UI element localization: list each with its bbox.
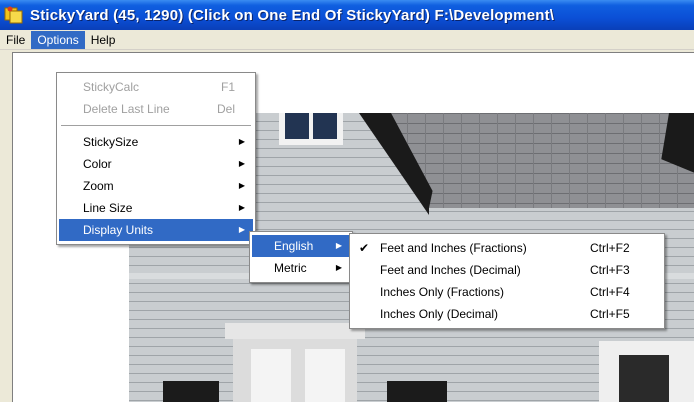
menu-item-label: Metric xyxy=(274,261,307,275)
menu-item-stickysize[interactable]: StickySize ▶ xyxy=(59,131,253,153)
menu-item-english[interactable]: English ▶ xyxy=(252,235,350,257)
menu-item-label: Display Units xyxy=(83,223,154,237)
menu-item-label: Inches Only (Decimal) xyxy=(380,307,499,321)
menu-item-stickycalc: StickyCalc F1 xyxy=(59,76,253,98)
menu-separator xyxy=(61,125,251,126)
menu-bar: File Options Help xyxy=(0,30,694,50)
menu-item-color[interactable]: Color ▶ xyxy=(59,153,253,175)
menu-item-metric[interactable]: Metric ▶ xyxy=(252,257,350,279)
sticky-note-app-icon xyxy=(4,6,23,24)
menu-options[interactable]: Options xyxy=(31,30,85,49)
submenu-arrow-icon: ▶ xyxy=(238,203,245,212)
menu-item-shortcut: Del xyxy=(216,102,235,116)
menu-item-label: Color xyxy=(83,157,112,171)
options-menu: StickyCalc F1 Delete Last Line Del Stick… xyxy=(56,72,256,245)
menu-help[interactable]: Help xyxy=(85,31,122,49)
menu-file[interactable]: File xyxy=(0,31,31,49)
menu-item-feet-inches-fractions[interactable]: ✔ Feet and Inches (Fractions) Ctrl+F2 xyxy=(352,237,662,259)
menu-item-display-units[interactable]: Display Units ▶ xyxy=(59,219,253,241)
menu-item-line-size[interactable]: Line Size ▶ xyxy=(59,197,253,219)
submenu-arrow-icon: ▶ xyxy=(238,225,245,234)
menu-item-label: Inches Only (Fractions) xyxy=(380,285,505,299)
checkmark-icon: ✔ xyxy=(359,241,370,255)
menu-item-shortcut: Ctrl+F4 xyxy=(590,285,630,299)
menu-item-inches-only-fractions[interactable]: Inches Only (Fractions) Ctrl+F4 xyxy=(352,281,662,303)
display-units-submenu: English ▶ Metric ▶ xyxy=(249,231,353,283)
window-title: StickyYard (45, 1290) (Click on One End … xyxy=(30,6,555,24)
menu-item-label: Line Size xyxy=(83,201,133,215)
menu-item-feet-inches-decimal[interactable]: Feet and Inches (Decimal) Ctrl+F3 xyxy=(352,259,662,281)
menu-item-shortcut: F1 xyxy=(220,80,235,94)
app-window: StickyYard (45, 1290) (Click on One End … xyxy=(0,0,694,402)
submenu-arrow-icon: ▶ xyxy=(238,159,245,168)
menu-item-inches-only-decimal[interactable]: Inches Only (Decimal) Ctrl+F5 xyxy=(352,303,662,325)
menu-item-label: Zoom xyxy=(83,179,114,193)
submenu-arrow-icon: ▶ xyxy=(238,137,245,146)
menu-item-zoom[interactable]: Zoom ▶ xyxy=(59,175,253,197)
menu-item-label: Delete Last Line xyxy=(83,102,170,116)
canvas-area[interactable]: StickyCalc F1 Delete Last Line Del Stick… xyxy=(12,52,694,402)
menu-item-shortcut: Ctrl+F2 xyxy=(590,241,630,255)
menu-item-shortcut: Ctrl+F3 xyxy=(590,263,630,277)
title-bar[interactable]: StickyYard (45, 1290) (Click on One End … xyxy=(0,0,694,30)
menu-item-label: StickyCalc xyxy=(83,80,140,94)
menu-item-label: English xyxy=(274,239,314,253)
menu-item-label: StickySize xyxy=(83,135,139,149)
menu-item-label: Feet and Inches (Decimal) xyxy=(380,263,521,277)
submenu-arrow-icon: ▶ xyxy=(238,181,245,190)
english-units-submenu: ✔ Feet and Inches (Fractions) Ctrl+F2 Fe… xyxy=(349,233,665,329)
menu-item-label: Feet and Inches (Fractions) xyxy=(380,241,527,255)
menu-item-delete-last-line: Delete Last Line Del xyxy=(59,98,253,120)
submenu-arrow-icon: ▶ xyxy=(335,263,342,272)
menu-item-shortcut: Ctrl+F5 xyxy=(590,307,630,321)
submenu-arrow-icon: ▶ xyxy=(335,241,342,250)
